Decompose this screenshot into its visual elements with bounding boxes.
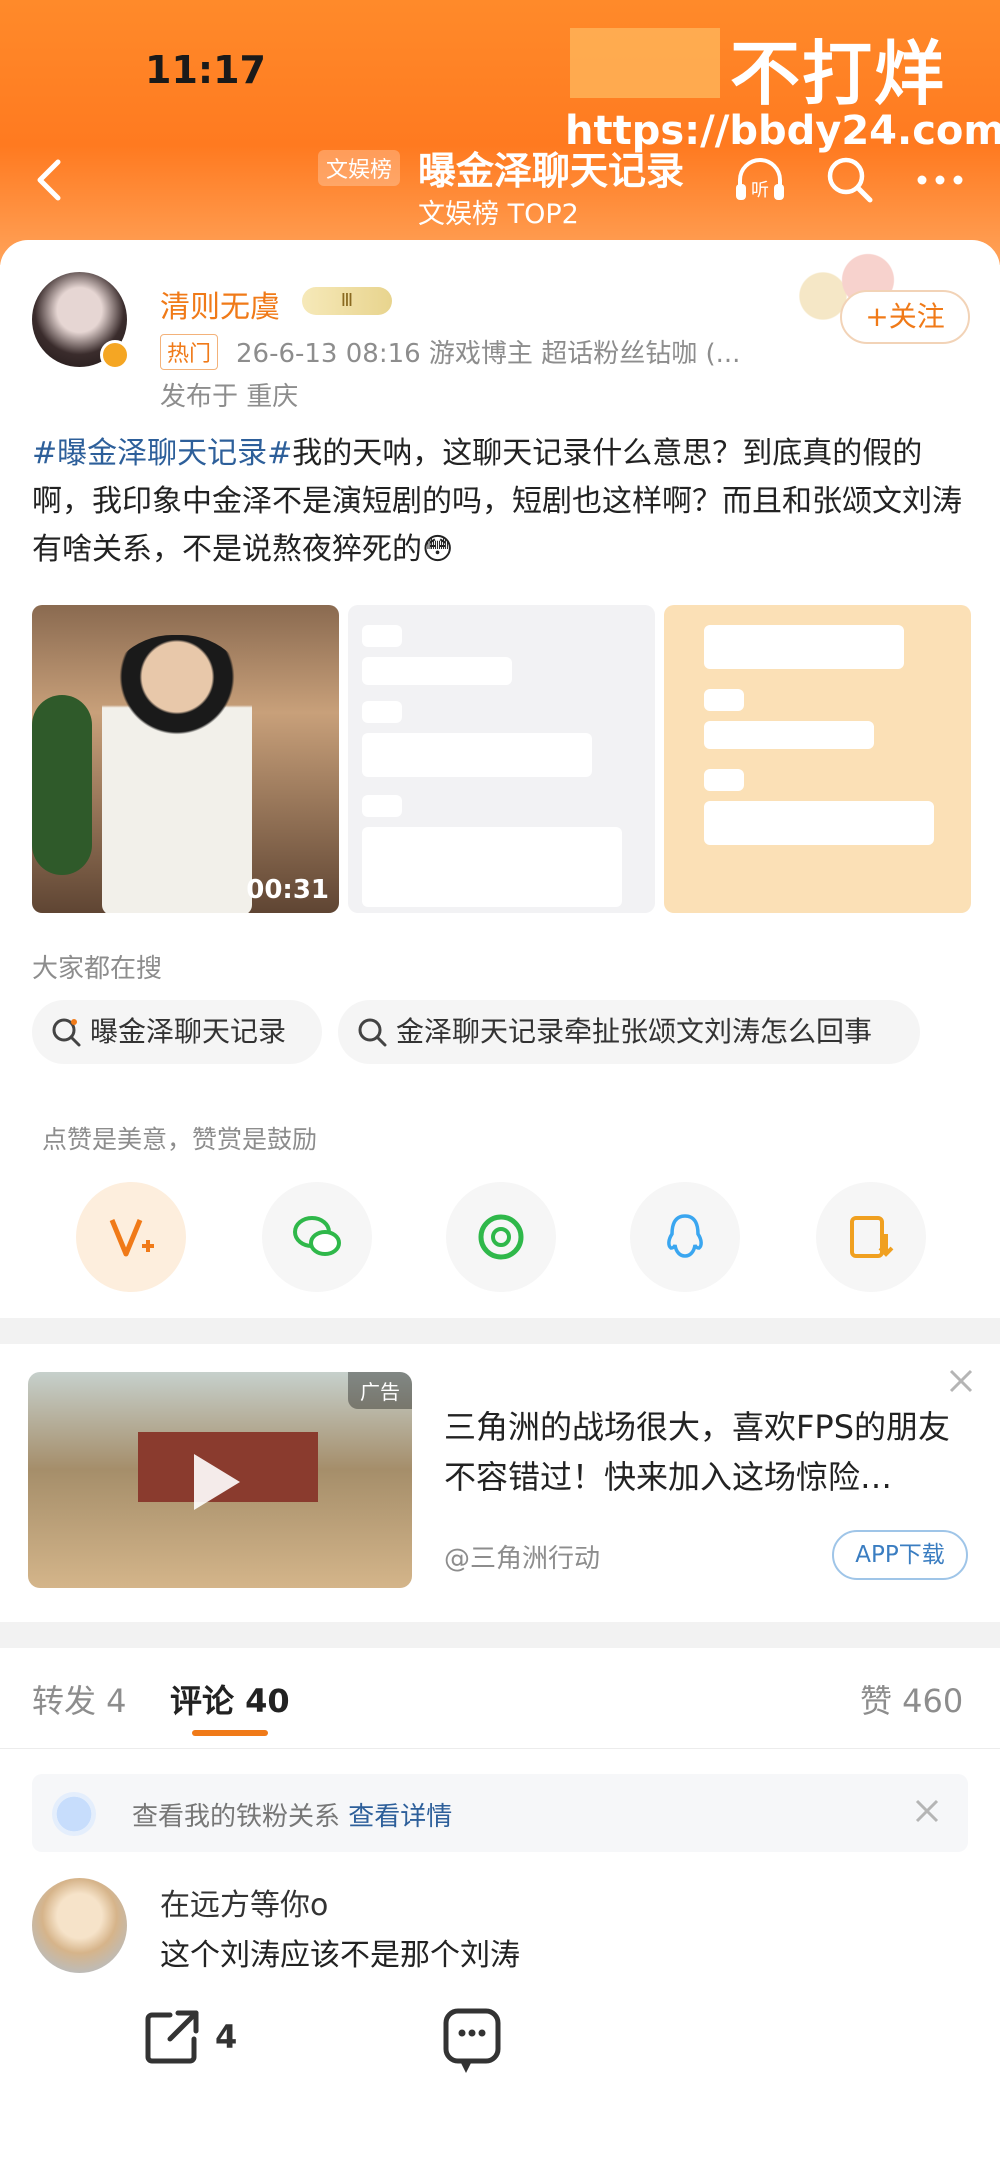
topic-title: 曝金泽聊天记录 <box>418 149 685 193</box>
video-duration: 00:31 <box>246 875 329 905</box>
search-button[interactable] <box>820 150 880 210</box>
reward-button[interactable] <box>76 1182 186 1292</box>
status-time: 11:17 <box>145 48 266 92</box>
moments-icon <box>478 1214 524 1260</box>
ad-video-thumbnail[interactable]: 广告 <box>28 1372 412 1588</box>
ad-close-button[interactable] <box>946 1366 976 1396</box>
listen-button[interactable]: 听 <box>730 150 790 210</box>
author-name[interactable]: 清则无虞 <box>160 282 280 326</box>
chat-bubble <box>704 689 744 711</box>
tab-divider <box>0 1748 1000 1749</box>
app-download-button[interactable]: APP下载 <box>832 1530 968 1580</box>
post-image-3[interactable] <box>664 605 971 913</box>
search-chip[interactable]: 金泽聊天记录牵扯张颂文刘涛怎么回事 <box>338 1000 920 1064</box>
verified-badge-icon <box>100 340 130 370</box>
reward-hint: 点赞是美意，赞赏是鼓励 <box>42 1125 318 1154</box>
fan-relation-link[interactable]: 查看详情 <box>348 1802 452 1832</box>
chat-bubble <box>362 625 402 647</box>
tab-like[interactable]: 赞 460 <box>860 1676 963 1722</box>
search-chip-label: 金泽聊天记录牵扯张颂文刘涛怎么回事 <box>396 1015 873 1048</box>
back-button[interactable] <box>20 150 80 210</box>
svg-text:听: 听 <box>751 180 769 201</box>
tab-comment[interactable]: 评论 40 <box>170 1676 290 1722</box>
more-button[interactable] <box>910 150 970 210</box>
chat-bubble <box>362 657 512 685</box>
chat-bubble <box>362 795 402 817</box>
chat-bubble <box>362 701 402 723</box>
follow-button[interactable]: +关注 <box>840 290 970 344</box>
ad-text[interactable]: 三角洲的战场很大，喜欢FPS的朋友不容错过！快来加入这场惊险… <box>444 1402 964 1502</box>
chat-bubble <box>704 801 934 845</box>
level-badge: Ⅲ <box>302 287 392 315</box>
fan-relation-text: 查看我的铁粉关系 查看详情 <box>132 1796 452 1833</box>
video-plant <box>32 695 92 875</box>
close-icon <box>949 1369 973 1393</box>
post-video[interactable]: 00:31 <box>32 605 339 913</box>
fan-relation-label: 查看我的铁粉关系 <box>132 1802 341 1832</box>
repost-count: 4 <box>215 2018 238 2056</box>
section-divider <box>0 1622 1000 1648</box>
chat-bubble <box>704 721 874 749</box>
chat-bubble <box>362 733 592 777</box>
post-location: 发布于 重庆 <box>160 382 299 412</box>
video-person <box>102 635 252 913</box>
topic-category-tag: 文娱榜 <box>318 150 401 186</box>
tab-repost[interactable]: 转发 4 <box>32 1676 127 1722</box>
search-spark-icon <box>52 1018 81 1047</box>
hot-badge: 热门 <box>160 334 219 370</box>
post-text: #曝金泽聊天记录#我的天呐，这聊天记录什么意思？到底真的假的啊，我印象中金泽不是… <box>32 430 972 574</box>
share-moments-button[interactable] <box>446 1182 556 1292</box>
tab-active-indicator <box>192 1730 268 1736</box>
fan-relation-bar[interactable]: 查看我的铁粉关系 查看详情 <box>32 1774 968 1852</box>
ad-source[interactable]: @三角洲行动 <box>444 1538 600 1575</box>
share-wechat-button[interactable] <box>262 1182 372 1292</box>
chat-bubble <box>362 827 622 907</box>
comment-text: 这个刘涛应该不是那个刘涛 <box>160 1938 520 1973</box>
search-chip-label: 曝金泽聊天记录 <box>90 1015 287 1048</box>
reward-icon <box>109 1219 154 1257</box>
watermark-title: 不打烊 <box>730 33 946 115</box>
post-hashtag[interactable]: #曝金泽聊天记录# <box>32 436 292 471</box>
play-icon <box>194 1454 240 1510</box>
topic-rank[interactable]: 文娱榜 TOP2 <box>418 192 579 231</box>
post-meta: 26-6-13 08:16 游戏博主 超话粉丝钻咖 (... <box>236 339 741 369</box>
share-icon <box>145 2010 199 2064</box>
save-image-icon <box>850 1216 894 1258</box>
ad-label: 广告 <box>348 1372 412 1409</box>
post-image-2[interactable] <box>348 605 655 913</box>
headphones-icon: 听 <box>736 158 784 201</box>
diamond-icon <box>52 1792 96 1836</box>
chat-bubble <box>704 769 744 791</box>
save-image-button[interactable] <box>816 1182 926 1292</box>
wechat-icon <box>293 1216 341 1256</box>
commenter-avatar[interactable] <box>32 1878 127 1973</box>
chevron-left-icon <box>37 159 61 201</box>
comment-icon <box>443 2008 501 2073</box>
qq-icon <box>667 1214 703 1258</box>
fan-bar-close-button[interactable] <box>912 1796 942 1826</box>
commenter-name[interactable]: 在远方等你o <box>160 1880 328 1924</box>
section-divider <box>0 1318 1000 1344</box>
share-qq-button[interactable] <box>630 1182 740 1292</box>
watermark-block <box>570 28 720 98</box>
repost-button[interactable] <box>140 2005 204 2069</box>
search-icon <box>827 157 873 203</box>
comment-button[interactable] <box>440 2005 504 2079</box>
trending-search-label: 大家都在搜 <box>32 954 163 984</box>
search-icon <box>358 1018 387 1047</box>
chat-bubble <box>704 625 904 669</box>
more-icon <box>917 175 963 185</box>
close-icon <box>915 1799 939 1823</box>
search-chip[interactable]: 曝金泽聊天记录 <box>32 1000 322 1064</box>
